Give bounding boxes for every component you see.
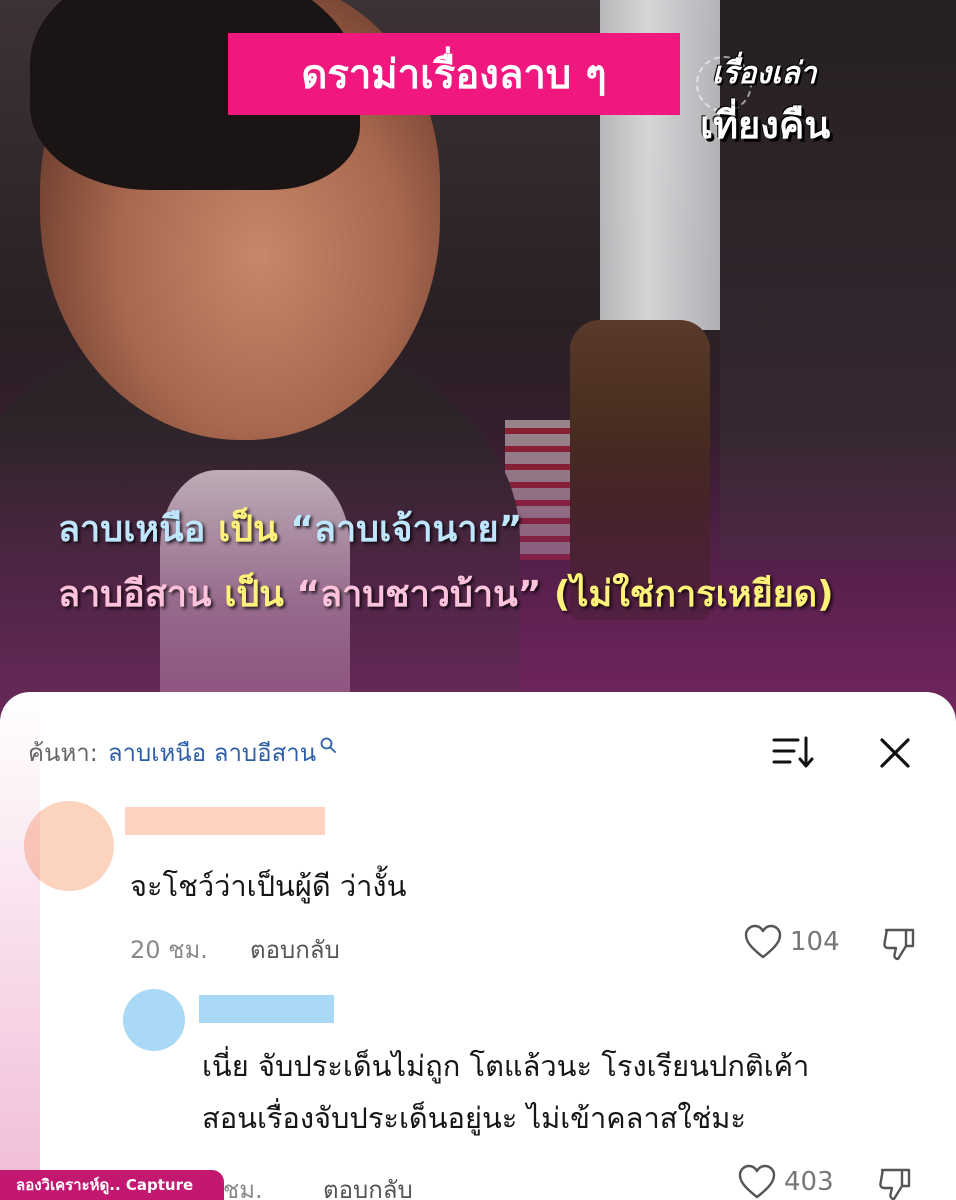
comment-text: เนี่ย จับประเด็นไม่ถูก โตแล้วนะ โรงเรียน… (202, 1040, 809, 1144)
heart-icon (744, 924, 782, 959)
subtitle-2-part2: เป็น (224, 574, 297, 615)
watermark: ลองวิเคราะห์ดู.. Capture (0, 1170, 224, 1200)
subtitle-2-part3: “ลาบชาวบ้าน” (296, 574, 554, 615)
like-count: 403 (784, 1167, 834, 1197)
subtitle-2-part1: ลาบอีสาน (58, 574, 225, 615)
like-button[interactable]: 403 (738, 1164, 834, 1200)
avatar[interactable] (123, 989, 185, 1051)
watermark-text: ลองวิเคราะห์ดู.. Capture (16, 1176, 194, 1194)
channel-logo-line2: เที่ยงคืน (700, 103, 831, 147)
subtitle-line-2: ลาบอีสาน เป็น “ลาบชาวบ้าน” (ไม่ใช่การเหย… (58, 565, 956, 622)
thumbs-down-icon[interactable] (876, 1164, 916, 1200)
title-banner-text: ดราม่าเรื่องลาบ ๆ (301, 52, 607, 98)
like-count: 104 (790, 927, 840, 957)
comment-text: จะโชว์ว่าเป็นผู้ดี ว่างั้น (130, 869, 407, 903)
sort-icon[interactable] (770, 732, 818, 772)
username-redacted (199, 995, 334, 1023)
comment-text-line2: สอนเรื่องจับประเด็นอยู่นะ ไม่เข้าคลาสใช่… (202, 1101, 746, 1135)
title-banner: ดราม่าเรื่องลาบ ๆ (228, 33, 680, 115)
search-suggestion[interactable]: ค้นหา: ลาบเหนือ ลาบอีสาน (28, 732, 337, 772)
search-query-link[interactable]: ลาบเหนือ ลาบอีสาน (108, 733, 316, 772)
subtitle-line-1: ลาบเหนือ เป็น “ลาบเจ้านาย” (58, 500, 956, 557)
thumbs-down-icon[interactable] (880, 924, 920, 964)
comment-time: 20 ชม. (130, 936, 208, 964)
channel-logo: เรื่องเล่า เที่ยงคืน (696, 50, 890, 150)
subtitle-1-part1: ลาบเหนือ (58, 509, 218, 550)
reply-button[interactable]: ตอบกลับ (323, 1170, 413, 1200)
subtitle-2-part4: (ไม่ใช่การเหยียด) (553, 574, 834, 615)
like-button[interactable]: 104 (744, 924, 840, 960)
close-icon[interactable] (872, 730, 918, 776)
video-frame: ดราม่าเรื่องลาบ ๆ เรื่องเล่า เที่ยงคืน ล… (0, 0, 956, 720)
channel-logo-line1: เรื่องเล่า (712, 56, 817, 91)
side-vignette (0, 692, 40, 1200)
comment-text-line1: เนี่ย จับประเด็นไม่ถูก โตแล้วนะ โรงเรียน… (202, 1049, 810, 1083)
subtitle-1-part3: “ลาบเจ้านาย” (290, 509, 523, 550)
search-icon[interactable] (320, 737, 337, 753)
subtitle-1-part2: เป็น (217, 509, 291, 550)
comments-panel: ค้นหา: ลาบเหนือ ลาบอีสาน จะโชว์ว่าเป็นผู… (0, 692, 956, 1200)
heart-icon (738, 1164, 776, 1199)
reply-button[interactable]: ตอบกลับ (250, 930, 340, 969)
username-redacted (125, 807, 325, 835)
